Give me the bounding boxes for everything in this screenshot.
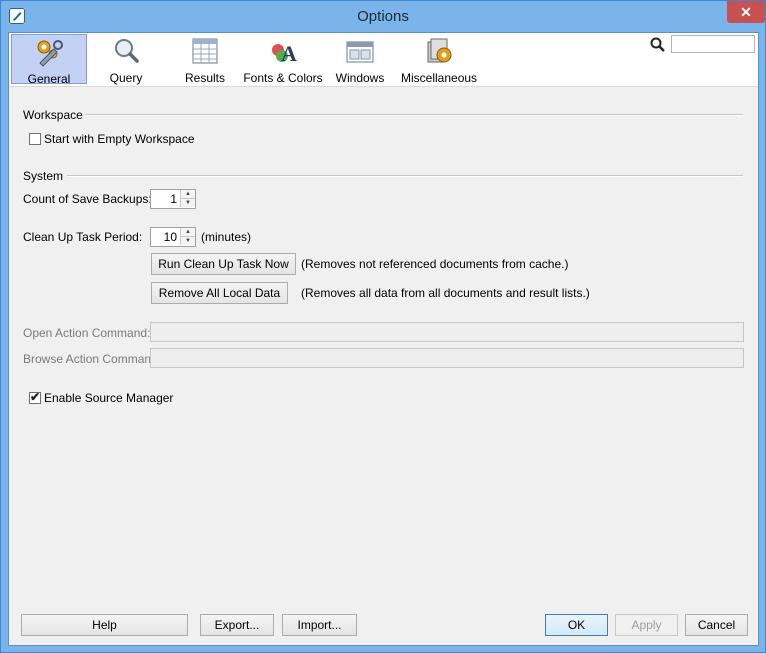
- tab-windows-label: Windows: [335, 71, 385, 85]
- tab-general-label: General: [27, 72, 71, 86]
- export-button[interactable]: Export...: [200, 614, 274, 636]
- increment-arrow-icon[interactable]: ▲: [180, 228, 195, 237]
- browse-action-label: Browse Action Command:: [23, 352, 162, 366]
- remove-local-data-description: (Removes all data from all documents and…: [301, 286, 590, 300]
- start-empty-label: Start with Empty Workspace: [44, 132, 195, 146]
- apply-button[interactable]: Apply: [615, 614, 678, 636]
- save-backups-label: Count of Save Backups:: [23, 192, 152, 206]
- tab-results[interactable]: Results: [169, 34, 241, 85]
- font-palette-icon: A: [272, 41, 297, 66]
- increment-arrow-icon[interactable]: ▲: [180, 190, 195, 199]
- close-button[interactable]: ✕: [727, 1, 765, 23]
- options-window: Options ✕ General Query Results A Fonts …: [0, 0, 766, 653]
- search-input[interactable]: [671, 35, 755, 53]
- cancel-button[interactable]: Cancel: [685, 614, 748, 636]
- import-button[interactable]: Import...: [282, 614, 357, 636]
- title-bar[interactable]: Options ✕: [1, 1, 765, 32]
- open-action-field[interactable]: [150, 322, 744, 342]
- category-toolbar: General Query Results A Fonts & Colors W…: [9, 33, 758, 87]
- windows-icon: [346, 41, 374, 63]
- source-manager-label: Enable Source Manager: [44, 391, 174, 405]
- cleanup-period-label: Clean Up Task Period:: [23, 230, 143, 244]
- checkmark-icon: ✔: [30, 390, 41, 404]
- options-panel: General Query Results A Fonts & Colors W…: [8, 32, 759, 646]
- save-backups-value: 1: [170, 192, 177, 206]
- decrement-arrow-icon[interactable]: ▼: [180, 199, 195, 207]
- cleanup-period-value: 10: [163, 230, 177, 244]
- help-button[interactable]: Help: [21, 614, 188, 636]
- tab-fonts-colors[interactable]: A Fonts & Colors: [243, 34, 323, 85]
- table-icon: [192, 38, 218, 64]
- window-title: Options: [357, 8, 409, 25]
- tab-general[interactable]: General: [11, 34, 87, 86]
- browse-action-field[interactable]: [150, 348, 744, 368]
- tab-results-label: Results: [184, 71, 225, 85]
- system-divider: [67, 175, 743, 177]
- tab-miscellaneous-label: Miscellaneous: [401, 71, 478, 85]
- tab-query[interactable]: Query: [91, 34, 161, 85]
- system-heading: System: [23, 169, 64, 183]
- decrement-arrow-icon[interactable]: ▼: [180, 237, 195, 245]
- ok-button[interactable]: OK: [545, 614, 608, 636]
- tab-fonts-colors-label: Fonts & Colors: [243, 71, 323, 85]
- gears-wrench-icon: [37, 40, 63, 67]
- tab-miscellaneous[interactable]: Miscellaneous: [401, 34, 478, 85]
- run-cleanup-description: (Removes not referenced documents from c…: [301, 257, 569, 271]
- workspace-divider: [85, 114, 743, 116]
- run-cleanup-button[interactable]: Run Clean Up Task Now: [151, 253, 296, 275]
- open-action-label: Open Action Command:: [23, 326, 151, 340]
- misc-gear-icon: [427, 38, 452, 63]
- cleanup-period-spinner[interactable]: 10 ▲ ▼: [150, 227, 196, 247]
- tab-query-label: Query: [109, 71, 143, 85]
- cleanup-unit-label: (minutes): [201, 230, 252, 244]
- source-manager-checkbox[interactable]: ✔: [29, 390, 41, 404]
- magnifier-icon: [115, 39, 139, 63]
- svg-text:A: A: [281, 41, 297, 66]
- workspace-heading: Workspace: [23, 108, 83, 122]
- tab-windows[interactable]: Windows: [327, 34, 393, 85]
- start-empty-checkbox[interactable]: [29, 133, 41, 145]
- remove-local-data-button[interactable]: Remove All Local Data: [151, 282, 288, 304]
- search-icon: [650, 37, 665, 52]
- save-backups-spinner[interactable]: 1 ▲ ▼: [150, 189, 196, 209]
